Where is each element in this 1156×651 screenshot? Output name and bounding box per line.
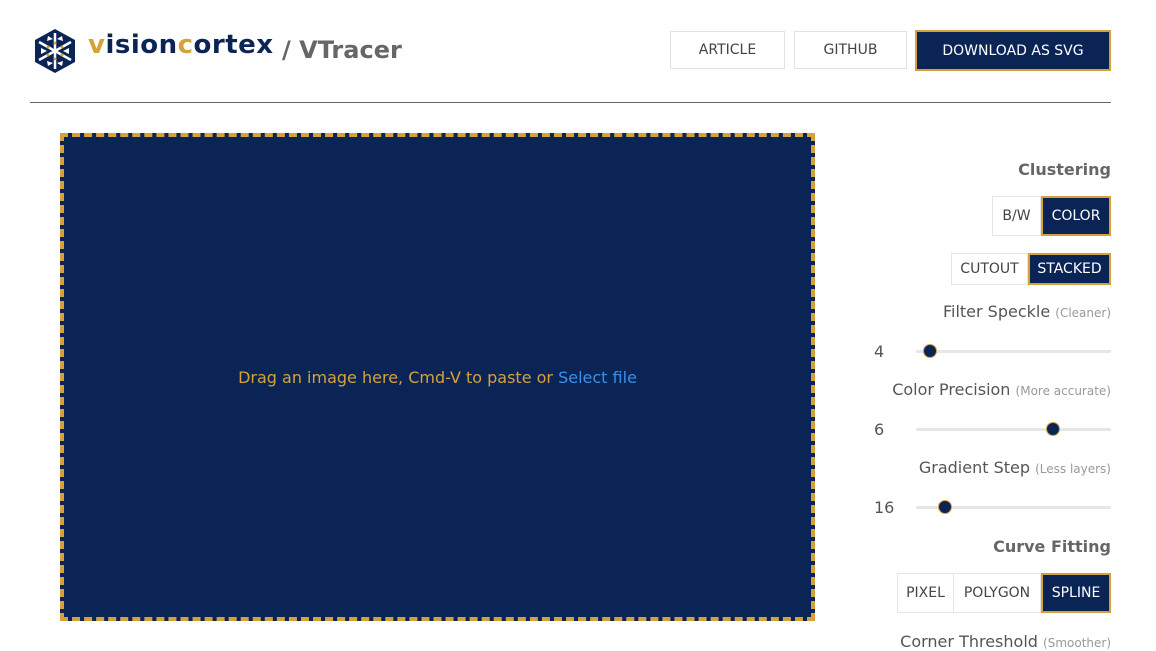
header: visioncortex / VTracer ARTICLE GITHUB DO… (30, 0, 1111, 103)
slider-thumb[interactable] (922, 344, 937, 358)
mode-bw-option[interactable]: B/W (992, 196, 1041, 236)
curve-spline-option[interactable]: SPLINE (1041, 573, 1111, 613)
article-button[interactable]: ARTICLE (670, 31, 785, 69)
download-svg-button[interactable]: DOWNLOAD AS SVG (915, 30, 1111, 71)
filter-speckle-label: Filter Speckle (Cleaner) (943, 302, 1111, 321)
filter-speckle-value: 4 (874, 342, 885, 361)
color-precision-name: Color Precision (892, 380, 1011, 399)
brand-ortex: ortex (193, 30, 274, 60)
mode-color-option[interactable]: COLOR (1041, 196, 1111, 236)
slider-thumb[interactable] (1045, 422, 1060, 436)
gradient-step-name: Gradient Step (918, 458, 1030, 477)
brand-c: c (177, 30, 194, 60)
hierarchy-stacked-option[interactable]: STACKED (1028, 253, 1111, 285)
image-dropzone[interactable]: Drag an image here, Cmd-V to paste or Se… (60, 133, 815, 621)
clustering-mode-toggle: B/W COLOR (992, 196, 1111, 236)
clustering-hierarchy-toggle: CUTOUT STACKED (951, 253, 1111, 285)
color-precision-label: Color Precision (More accurate) (892, 380, 1111, 399)
gradient-step-slider[interactable] (916, 497, 1111, 517)
brand-wordmark: visioncortex (88, 30, 274, 60)
dropzone-instructions: Drag an image here, Cmd-V to paste or Se… (238, 368, 637, 387)
gradient-step-hint: (Less layers) (1035, 462, 1111, 476)
select-file-link[interactable]: Select file (558, 368, 637, 387)
color-precision-slider[interactable] (916, 419, 1111, 439)
curve-fitting-title: Curve Fitting (993, 537, 1111, 556)
hierarchy-cutout-option[interactable]: CUTOUT (951, 253, 1028, 285)
corner-threshold-label: Corner Threshold (Smoother) (900, 632, 1111, 651)
filter-speckle-hint: (Cleaner) (1055, 306, 1111, 320)
color-precision-hint: (More accurate) (1015, 384, 1111, 398)
curve-fitting-toggle: PIXEL POLYGON SPLINE (897, 573, 1111, 613)
corner-threshold-name: Corner Threshold (900, 632, 1038, 651)
slider-track (916, 350, 1111, 353)
brand-ision: ision (105, 30, 178, 60)
brand-v: v (88, 30, 106, 60)
filter-speckle-slider[interactable] (916, 341, 1111, 361)
slider-thumb[interactable] (938, 500, 953, 514)
app-title: / VTracer (282, 36, 402, 64)
corner-threshold-hint: (Smoother) (1043, 636, 1111, 650)
color-precision-value: 6 (874, 420, 885, 439)
gradient-step-value: 16 (874, 498, 895, 517)
curve-polygon-option[interactable]: POLYGON (954, 573, 1041, 613)
visioncortex-logo-icon (35, 29, 75, 73)
dropzone-text: Drag an image here, Cmd-V to paste or (238, 367, 559, 387)
clustering-title: Clustering (1018, 160, 1111, 179)
github-button[interactable]: GITHUB (794, 31, 907, 69)
curve-pixel-option[interactable]: PIXEL (897, 573, 954, 613)
slider-track (916, 428, 1111, 431)
gradient-step-label: Gradient Step (Less layers) (919, 458, 1111, 477)
filter-speckle-name: Filter Speckle (942, 302, 1051, 321)
